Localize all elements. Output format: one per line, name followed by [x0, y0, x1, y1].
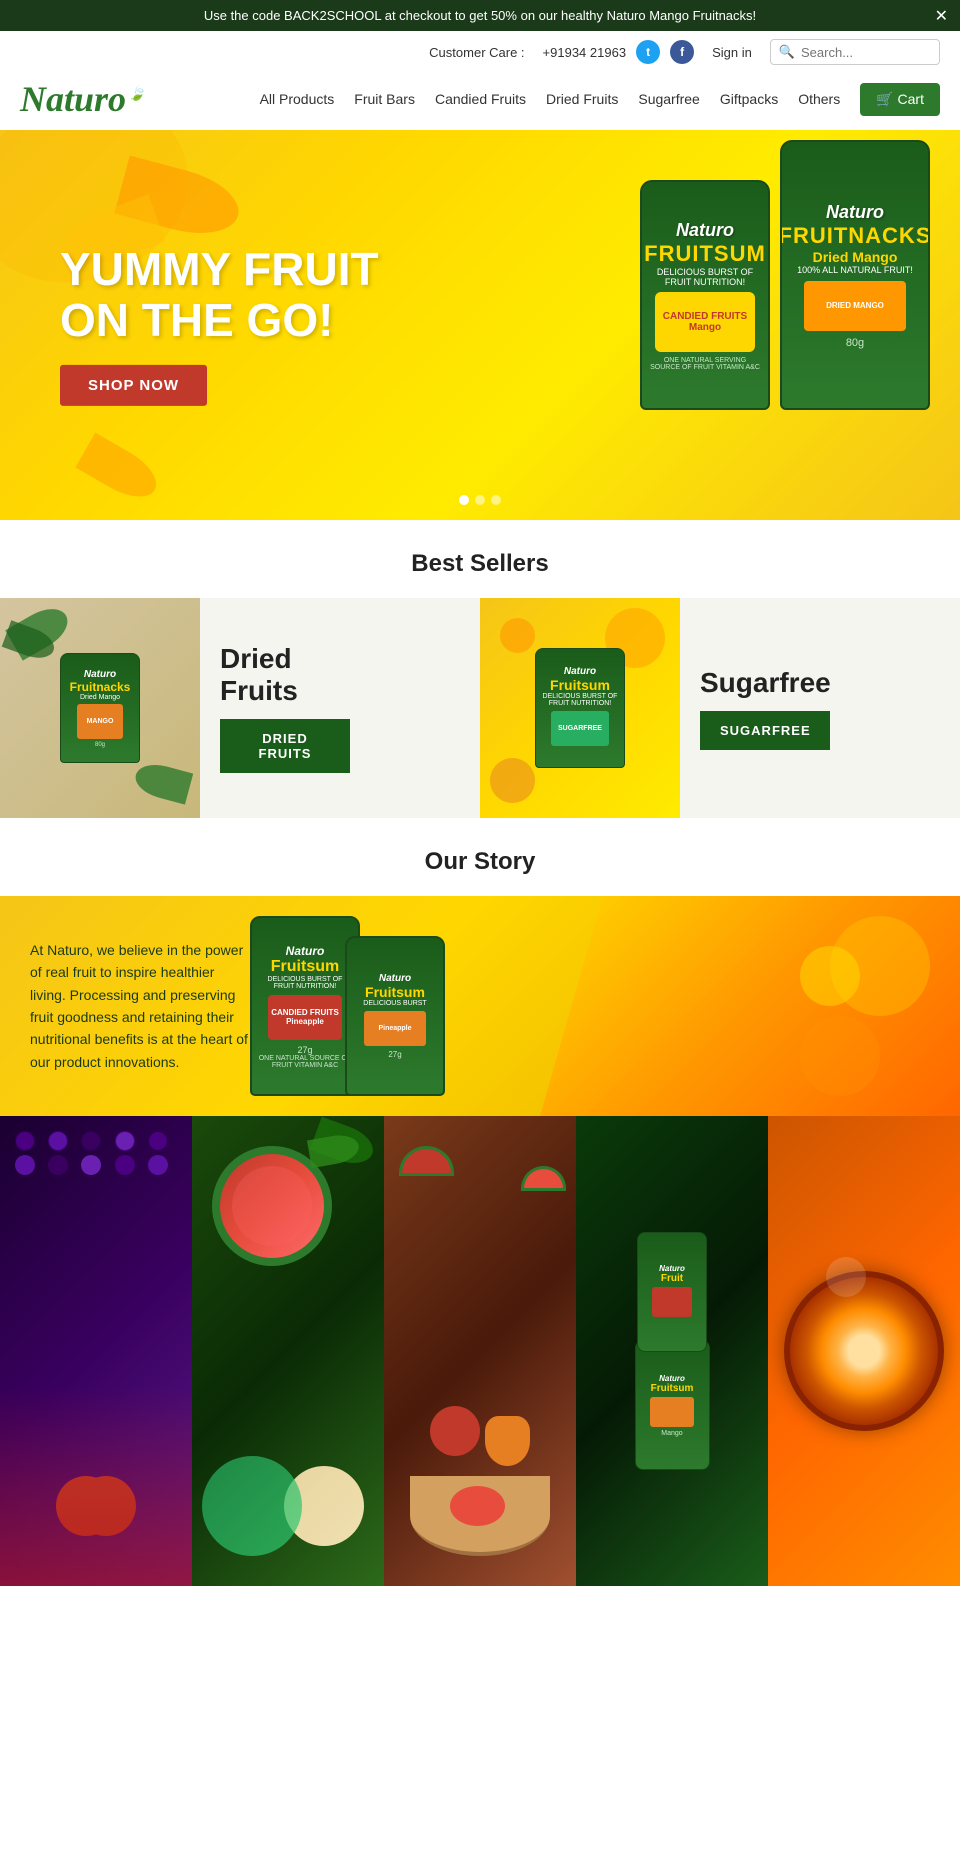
our-story-title: Our Story — [0, 818, 960, 896]
fruit-circle-2 — [490, 758, 535, 803]
cart-button[interactable]: 🛒 Cart — [860, 83, 940, 116]
orange-slice — [784, 1271, 944, 1431]
logo: Naturo🍃 — [20, 78, 145, 120]
hero-products: Naturo Fruitsum DELICIOUS BURST OF FRUIT… — [640, 140, 930, 410]
sugarfree-package: Naturo Fruitsum DELICIOUS BURST OF FRUIT… — [535, 648, 625, 768]
story-pkg-1: Naturo Fruitsum DELICIOUS BURST OF FRUIT… — [250, 916, 360, 1096]
shop-now-button[interactable]: SHOP NOW — [60, 365, 207, 406]
naturo-pkg-2: Naturo Fruitsum Mango — [635, 1340, 710, 1470]
sugarfree-button[interactable]: SUGARFREE — [700, 711, 830, 750]
hero-product-fruitnacks: Naturo Fruitnacks Dried Mango 100% ALL N… — [780, 140, 930, 410]
sugarfree-image: Naturo Fruitsum DELICIOUS BURST OF FRUIT… — [480, 598, 680, 818]
pkg-box: MANGO — [77, 704, 124, 739]
dried-fruits-title: DriedFruits — [220, 643, 350, 707]
sugarfree-card: Naturo Fruitsum DELICIOUS BURST OF FRUIT… — [480, 598, 960, 818]
best-sellers-section: Naturo Fruitnacks Dried Mango MANGO 80g … — [0, 598, 960, 818]
header: Naturo🍃 All Products Fruit Bars Candied … — [0, 73, 960, 130]
naturo-pkg-1: Naturo Fruit — [637, 1232, 707, 1352]
hero-product-fruitsum: Naturo Fruitsum DELICIOUS BURST OF FRUIT… — [640, 180, 770, 410]
mango-slice-3 — [75, 433, 164, 508]
story-banner: At Naturo, we believe in the power of re… — [0, 896, 960, 1116]
customer-care-label: Customer Care : — [429, 45, 524, 60]
pkg-content-area: CANDIED FRUITS Mango — [655, 292, 756, 352]
story-text: At Naturo, we believe in the power of re… — [30, 939, 250, 1073]
sugarfree-content: Sugarfree SUGARFREE — [680, 647, 851, 770]
hero-dots — [459, 495, 501, 505]
dried-fruits-card: Naturo Fruitnacks Dried Mango MANGO 80g … — [0, 598, 480, 818]
logo-leaf-icon: 🍃 — [128, 87, 145, 102]
main-nav: All Products Fruit Bars Candied Fruits D… — [260, 83, 940, 116]
dried-fruits-package: Naturo Fruitnacks Dried Mango MANGO 80g — [60, 653, 140, 763]
sugarfree-box: SUGARFREE — [551, 711, 608, 746]
sign-in-link[interactable]: Sign in — [712, 45, 752, 60]
close-announcement-button[interactable]: ✕ — [935, 6, 948, 26]
nav-sugarfree[interactable]: Sugarfree — [638, 91, 699, 107]
dot-3[interactable] — [491, 495, 501, 505]
nav-all-products[interactable]: All Products — [260, 91, 335, 107]
gallery-item-watermelon — [192, 1116, 384, 1586]
story-pkg-2: Naturo Fruitsum DELICIOUS BURST Pineappl… — [345, 936, 445, 1096]
sugarfree-title: Sugarfree — [700, 667, 831, 699]
nav-fruit-bars[interactable]: Fruit Bars — [354, 91, 415, 107]
twitter-icon[interactable]: t — [636, 40, 660, 64]
dried-fruits-content: DriedFruits DRIED FRUITS — [200, 623, 370, 793]
search-box: 🔍 — [770, 39, 940, 65]
story-products: Naturo Fruitsum DELICIOUS BURST OF FRUIT… — [250, 916, 430, 1096]
hero-title: YUMMY FRUIT ON THE GO! — [60, 244, 379, 345]
nav-dried-fruits[interactable]: Dried Fruits — [546, 91, 618, 107]
gallery-item-berries — [0, 1116, 192, 1586]
search-icon: 🔍 — [779, 44, 795, 60]
announcement-bar: Use the code BACK2SCHOOL at checkout to … — [0, 0, 960, 31]
dried-fruits-image: Naturo Fruitnacks Dried Mango MANGO 80g — [0, 598, 200, 818]
pkg2-content-area: DRIED MANGO — [804, 281, 906, 331]
story-pkg1-box: CANDIED FRUITS Pineapple — [268, 995, 342, 1040]
dot-2[interactable] — [475, 495, 485, 505]
logo-text: Naturo🍃 — [20, 78, 145, 120]
top-bar: Customer Care : +91934 21963 t f Sign in… — [0, 31, 960, 73]
nav-others[interactable]: Others — [798, 91, 840, 107]
dot-1[interactable] — [459, 495, 469, 505]
gallery-section: Naturo Fruit Naturo Fruitsum Mango — [0, 1116, 960, 1586]
gallery-item-orange — [768, 1116, 960, 1586]
announcement-text: Use the code BACK2SCHOOL at checkout to … — [204, 8, 756, 23]
nav-candied-fruits[interactable]: Candied Fruits — [435, 91, 526, 107]
story-pineapple-bg — [540, 896, 960, 1116]
gallery-item-naturo-products: Naturo Fruit Naturo Fruitsum Mango — [576, 1116, 768, 1586]
best-sellers-title: Best Sellers — [0, 520, 960, 598]
facebook-icon[interactable]: f — [670, 40, 694, 64]
search-input[interactable] — [801, 45, 931, 60]
leaf-3 — [132, 759, 193, 804]
phone-number: +91934 21963 — [543, 45, 627, 60]
fruit-circle-3 — [500, 618, 535, 653]
gallery-item-mixed-fruits — [384, 1116, 576, 1586]
dried-fruits-button[interactable]: DRIED FRUITS — [220, 719, 350, 773]
hero-content: YUMMY FRUIT ON THE GO! SHOP NOW — [60, 244, 379, 406]
story-pkg2-box: Pineapple — [364, 1011, 426, 1046]
hero-banner: YUMMY FRUIT ON THE GO! SHOP NOW Naturo F… — [0, 130, 960, 520]
nav-giftpacks[interactable]: Giftpacks — [720, 91, 778, 107]
